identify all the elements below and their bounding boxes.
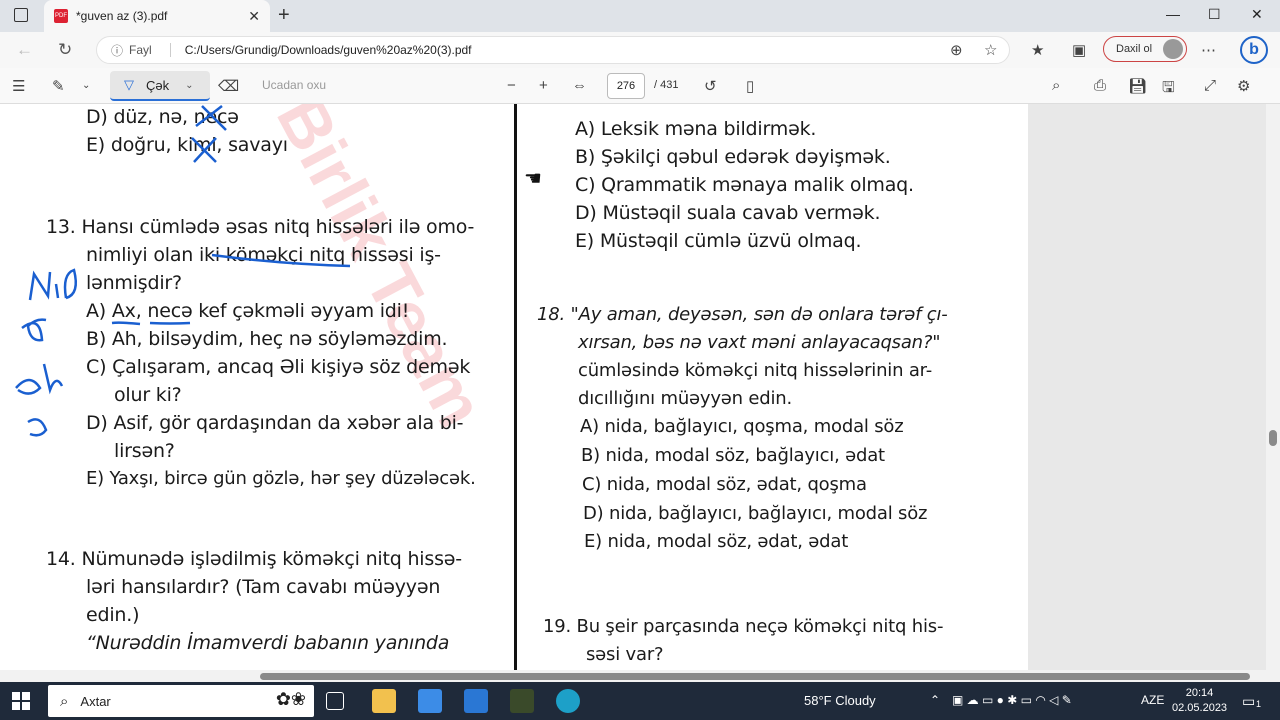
clock-time: 20:14 — [1185, 687, 1214, 699]
chevron-down-icon[interactable]: ⌄ — [82, 80, 90, 91]
tab-title: *guven az (3).pdf — [76, 9, 168, 23]
question-19: 19. Bu şeir parçasında neçə köməkçi nitq… — [543, 616, 944, 637]
url-text: C:/Users/Grundig/Downloads/guven%20az%20… — [184, 43, 472, 57]
zoom-out-icon[interactable]: − — [507, 77, 516, 94]
chevron-down-icon[interactable]: ⌄ — [185, 80, 193, 91]
option-line: D) Müstəqil suala cavab vermək. — [575, 202, 881, 224]
option-line: C) nida, modal söz, ədat, qoşma — [582, 474, 867, 495]
taskbar: ⌕ Axtar ✿❀ 58°F Cloudy ⌃ ▣ ☁ ▭ ● ✱ ▭ ◠ ◁… — [0, 682, 1280, 720]
hand-cursor-icon: ☚ — [524, 168, 542, 190]
fullscreen-icon[interactable]: ⤢ — [1204, 77, 1216, 94]
option-line: C) Qrammatik mənaya malik olmaq. — [575, 174, 914, 196]
clock[interactable]: 20:14 02.05.2023 — [1172, 686, 1227, 716]
option-line: D) nida, bağlayıcı, bağlayıcı, modal söz — [583, 503, 928, 524]
pdf-toolbar: ☰ ✎ ⌄ ▽ Çək ⌄ ⌫ Ucadan oxu − + ⇔ 276 / 4… — [0, 68, 1280, 104]
tab-bar: PDF *guven az (3).pdf ✕ + — ☐ ✕ — [0, 0, 1280, 32]
eraser-icon[interactable]: ⌫ — [218, 77, 239, 95]
save-icon[interactable]: 💾︎ — [1128, 77, 1147, 95]
pdf-viewer[interactable]: Birlik Team D) düz, nə, necə E) doğru, k… — [0, 104, 1280, 670]
file-explorer-icon[interactable] — [372, 689, 396, 713]
divider — [169, 43, 171, 57]
search-placeholder: Axtar — [80, 693, 111, 709]
notification-icon[interactable]: ▭ — [1242, 693, 1255, 710]
option-line: A) Leksik məna bildirmək. — [575, 118, 817, 140]
window-close-button[interactable]: ✕ — [1251, 6, 1263, 23]
rotate-icon[interactable]: ↺ — [704, 77, 717, 95]
collections-icon[interactable]: ▣ — [1072, 41, 1086, 59]
info-icon[interactable]: ⓘ — [111, 42, 123, 59]
bing-icon[interactable]: b — [1240, 36, 1268, 64]
avatar — [1163, 39, 1183, 59]
tray-icons[interactable]: ▣ ☁ ▭ ● ✱ ▭ ◠ ◁ ✎ — [952, 693, 1072, 707]
scroll-thumb[interactable] — [1269, 430, 1277, 446]
more-menu-icon[interactable]: ⋯ — [1201, 41, 1216, 59]
question-line: cümləsində köməkçi nitq hissələrinin ar- — [578, 360, 933, 381]
page-total: / 431 — [654, 79, 679, 91]
chevron-up-icon[interactable]: ⌃ — [930, 693, 940, 707]
refresh-icon[interactable]: ↻ — [58, 40, 72, 60]
address-bar-row: ← ↻ ⓘ Fayl C:/Users/Grundig/Downloads/gu… — [0, 32, 1280, 68]
page-number-input[interactable]: 276 — [607, 73, 645, 99]
vertical-scrollbar[interactable] — [1266, 104, 1280, 670]
contents-icon[interactable]: ☰ — [12, 77, 25, 95]
tab-actions-icon[interactable] — [14, 8, 28, 22]
question-line: dıcıllığını müəyyən edin. — [578, 388, 793, 409]
site-info-label: Fayl — [129, 43, 152, 57]
search-icon: ⌕ — [60, 692, 69, 710]
address-field[interactable]: ⓘ Fayl C:/Users/Grundig/Downloads/guven%… — [96, 36, 1010, 64]
question-line: xırsan, bəs nə vaxt məni anlayacaqsan?" — [578, 332, 941, 353]
ink-annotations — [15, 105, 351, 437]
minimize-button[interactable]: — — [1166, 6, 1180, 22]
back-icon[interactable]: ← — [16, 40, 33, 60]
add-favorite-icon[interactable]: ☆ — [984, 41, 997, 59]
question-line: səsi var? — [586, 644, 664, 665]
windows-start-icon[interactable] — [12, 692, 30, 710]
question-18: 18. "Ay aman, deyəsən, sən də onlara tər… — [537, 304, 948, 325]
edge-icon[interactable] — [556, 689, 580, 713]
new-tab-button[interactable]: + — [278, 4, 290, 27]
draw-label: Çək — [146, 77, 170, 93]
search-icon[interactable]: ⌕ — [1052, 77, 1060, 94]
zoom-icon[interactable]: ⊕ — [950, 41, 963, 59]
horizontal-scrollbar[interactable] — [0, 670, 1280, 682]
page-view-icon[interactable]: ▯ — [746, 77, 754, 95]
restore-button[interactable]: ☐ — [1208, 6, 1221, 23]
option-line: B) Şəkilçi qəbul edərək dəyişmək. — [575, 146, 891, 168]
highlight-icon[interactable]: ✎ — [52, 77, 65, 95]
mail-icon[interactable] — [464, 689, 488, 713]
sign-in-button[interactable]: Daxil ol — [1103, 36, 1187, 62]
draw-button[interactable]: ▽ Çək ⌄ — [110, 71, 210, 101]
save-as-icon[interactable]: 🖫︎ — [1162, 77, 1175, 102]
pdf-page: Birlik Team D) düz, nə, necə E) doğru, k… — [0, 104, 1028, 670]
task-view-icon[interactable] — [326, 692, 344, 710]
sign-in-label: Daxil ol — [1116, 43, 1153, 55]
taskbar-search[interactable]: ⌕ Axtar ✿❀ — [48, 685, 314, 717]
weather-widget[interactable]: 58°F Cloudy — [804, 693, 876, 708]
notification-count: 1 — [1256, 699, 1262, 709]
option-line: E) nida, modal söz, ədat, ədat — [584, 531, 849, 552]
option-line: E) Müstəqil cümlə üzvü olmaq. — [575, 230, 862, 252]
clock-date: 02.05.2023 — [1172, 702, 1228, 714]
favorites-icon[interactable]: ★ — [1031, 41, 1044, 59]
language-indicator[interactable]: AZE — [1141, 693, 1164, 707]
tab-close-icon[interactable]: ✕ — [248, 8, 260, 25]
flowers-icon: ✿❀ — [275, 689, 306, 709]
zoom-in-icon[interactable]: + — [539, 77, 548, 94]
draw-icon: ▽ — [124, 77, 134, 92]
option-line: A) nida, bağlayıcı, qoşma, modal söz — [580, 416, 904, 437]
print-icon[interactable]: ⎙ — [1094, 77, 1106, 94]
read-aloud-button[interactable]: Ucadan oxu — [262, 78, 326, 92]
scroll-thumb[interactable] — [260, 673, 1250, 680]
tab-pdf[interactable]: PDF *guven az (3).pdf ✕ — [44, 0, 270, 32]
pdf-file-icon: PDF — [54, 9, 68, 23]
fit-width-icon[interactable]: ⇔ — [572, 77, 587, 94]
app-icon[interactable] — [510, 689, 534, 713]
option-line: B) nida, modal söz, bağlayıcı, ədat — [581, 445, 885, 466]
settings-gear-icon[interactable]: ⚙ — [1237, 77, 1250, 95]
store-icon[interactable] — [418, 689, 442, 713]
